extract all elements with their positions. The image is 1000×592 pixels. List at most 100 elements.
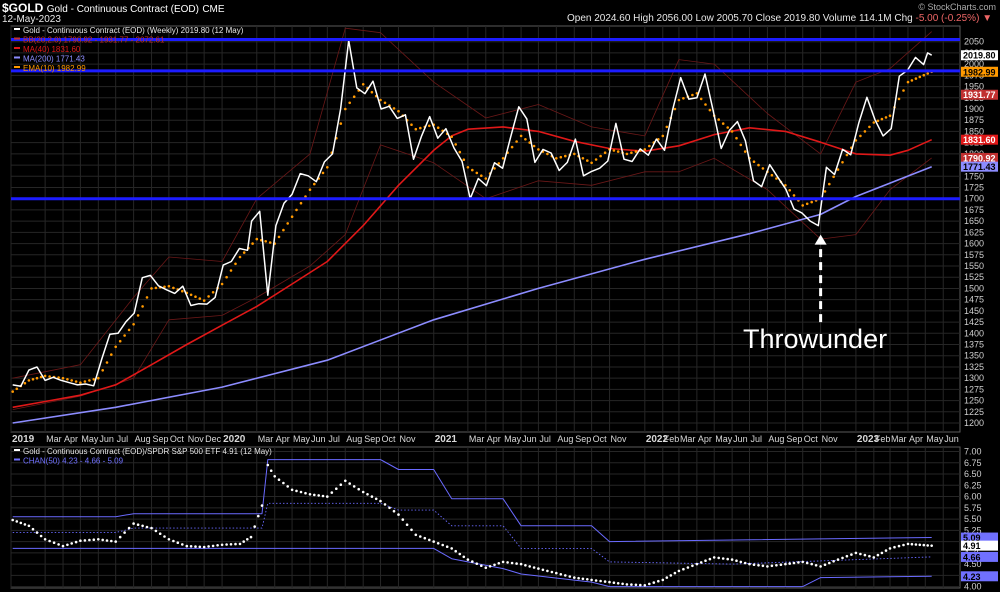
gold-spy-ratio-dot: [621, 582, 624, 586]
x-tick-label: Jul: [117, 434, 129, 444]
ema10-dot: [145, 296, 149, 299]
ema10-dot: [83, 380, 87, 383]
ema10-dot: [225, 275, 228, 279]
gold-spy-ratio-dot: [97, 538, 100, 541]
gold-spy-ratio-dot: [466, 558, 470, 561]
ema10-dot: [462, 158, 466, 161]
gold-spy-ratio-dot: [510, 561, 514, 565]
ema10-dot: [926, 72, 929, 75]
ema10-dot: [234, 262, 237, 266]
gold-spy-ratio-dot: [397, 513, 400, 516]
x-tick-label: Mar: [891, 434, 907, 444]
x-tick-label: Aug: [135, 434, 151, 444]
x-tick-label: May: [715, 434, 733, 444]
gold-spy-ratio-dot: [436, 542, 440, 545]
y-tick-label: 1700: [964, 194, 984, 204]
ema10-dot: [845, 153, 849, 157]
ema10-dot: [828, 182, 831, 186]
y-tick-label: 1450: [964, 306, 984, 316]
ratio-legend-swatch: [14, 449, 20, 451]
gold-spy-ratio-dot: [757, 564, 760, 567]
gold-spy-ratio-dot: [784, 562, 787, 566]
gold-spy-ratio-dot: [392, 509, 396, 513]
gold-spy-ratio-dot: [260, 504, 264, 507]
y-tick-label: 2050: [964, 37, 984, 47]
gold-spy-ratio-dot: [57, 543, 60, 546]
ema10-dot: [634, 150, 638, 153]
ema10-dot: [70, 379, 73, 382]
ema10-dot: [308, 188, 312, 191]
ema10-dot: [414, 127, 418, 131]
ema10-dot: [352, 95, 356, 98]
gold-spy-ratio-dot: [405, 523, 409, 526]
gold-spy-ratio-dot: [282, 481, 285, 485]
ratio-y-tick-label: 6.50: [964, 469, 982, 479]
gold-spy-ratio-dot: [132, 522, 135, 525]
ema10-dot: [559, 155, 563, 159]
gold-spy-ratio-dot: [374, 497, 378, 501]
gold-spy-ratio-dot: [150, 526, 153, 530]
gold-spy-ratio-dot: [154, 529, 158, 533]
gold-spy-ratio-dot: [216, 544, 219, 547]
ema10-dot: [475, 171, 479, 175]
ema10-dot: [282, 228, 285, 232]
gold-spy-ratio-dot: [501, 560, 505, 564]
ema10-dot: [859, 134, 862, 138]
gold-spy-ratio-dot: [290, 488, 294, 492]
gold-spy-ratio-dot: [19, 521, 23, 525]
gold-spy-ratio-dot: [594, 579, 598, 582]
price-legend-swatch: [14, 56, 20, 59]
ema10-dot: [141, 305, 144, 308]
gold-spy-ratio-dot: [730, 558, 734, 561]
ema10-dot: [101, 369, 104, 372]
ema10-dot: [761, 167, 765, 170]
ema10-dot: [918, 75, 922, 79]
ema10-dot: [735, 136, 738, 140]
y-tick-label: 1225: [964, 407, 984, 417]
gold-spy-ratio-dot: [528, 565, 531, 568]
gold-spy-ratio-dot: [348, 482, 352, 485]
gold-spy-ratio-dot: [202, 545, 206, 549]
gold-spy-ratio-dot: [897, 544, 901, 548]
ema10-dot: [910, 79, 914, 82]
ema10-dot: [466, 166, 470, 169]
ema10-dot: [207, 295, 210, 298]
ema10-dot: [110, 353, 113, 356]
gold-spy-ratio-dot: [308, 493, 312, 496]
ema10-dot: [321, 171, 325, 175]
gold-spy-ratio-dot: [414, 533, 418, 537]
ratio-legend-label: Gold - Continuous Contract (EOD)/SPDR S&…: [23, 447, 272, 456]
ema10-dot: [132, 323, 135, 326]
gold-spy-ratio-dot: [586, 578, 589, 581]
ema10-dot: [35, 376, 39, 380]
gold-spy-ratio-dot: [317, 494, 321, 497]
x-tick-label: Sep: [786, 434, 802, 444]
ema10-dot: [906, 80, 910, 84]
gold-spy-ratio-dot: [445, 545, 449, 548]
ema10-dot: [524, 138, 527, 141]
ema10-dot: [154, 286, 158, 290]
ema10-dot: [922, 73, 926, 77]
gold-spy-ratio-dot: [123, 531, 126, 534]
ratio-y-tick-label: 7.00: [964, 447, 982, 457]
y-tick-label: 1200: [964, 418, 984, 428]
ema10-dot: [872, 121, 876, 124]
gold-spy-ratio-dot: [238, 542, 242, 546]
ema10-dot: [603, 151, 607, 154]
ema10-dot: [136, 314, 140, 317]
gold-spy-ratio-dot: [792, 561, 796, 565]
price-legend-swatch: [14, 47, 20, 49]
gold-spy-ratio-dot: [321, 494, 325, 498]
ema10-dot: [888, 114, 892, 117]
y-tick-label: 1400: [964, 328, 984, 338]
gold-spy-ratio-dot: [339, 483, 343, 487]
gold-spy-ratio-dot: [918, 543, 922, 547]
gold-spy-ratio-dot: [699, 561, 703, 564]
gold-spy-ratio-dot: [823, 563, 827, 566]
gold-spy-ratio-dot: [299, 490, 303, 494]
gold-spy-ratio-dot: [805, 561, 809, 565]
ema10-dot: [255, 237, 259, 241]
price-legend-label: Gold - Continuous Contract (EOD) (Weekly…: [23, 26, 244, 35]
ema10-dot: [458, 150, 462, 154]
ema10-dot: [454, 143, 458, 146]
